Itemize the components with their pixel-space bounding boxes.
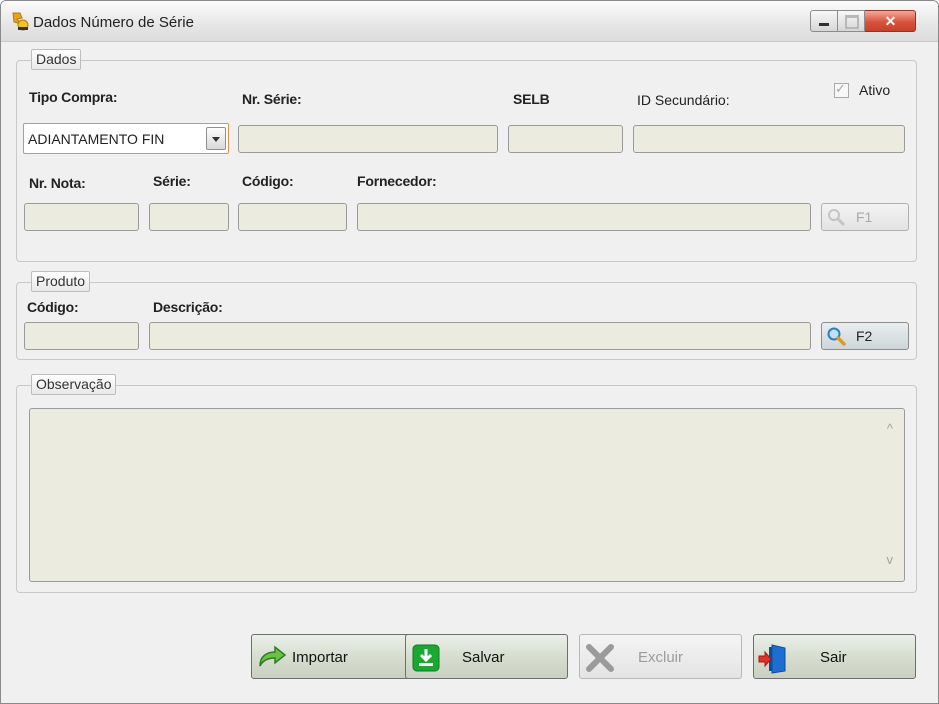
scroll-down-icon[interactable]: v xyxy=(887,552,894,567)
produto-legend: Produto xyxy=(31,271,91,292)
produto-codigo-label: Código: xyxy=(27,299,79,315)
nr-nota-label: Nr. Nota: xyxy=(29,175,86,191)
excluir-button[interactable]: Excluir xyxy=(579,634,742,679)
descricao-input[interactable] xyxy=(149,322,811,350)
magnifier-icon xyxy=(828,209,846,227)
f1-label: F1 xyxy=(856,209,873,225)
title-bar[interactable]: Dados Número de Série ✕ xyxy=(1,1,938,42)
window-title: Dados Número de Série xyxy=(33,14,194,31)
checkmark-icon: ✓ xyxy=(835,81,846,96)
id-secundario-input[interactable] xyxy=(633,125,905,153)
tipo-compra-select[interactable]: ADIANTAMENTO FIN xyxy=(23,123,229,154)
salvar-label: Salvar xyxy=(462,649,505,666)
tipo-compra-value: ADIANTAMENTO FIN xyxy=(28,131,165,147)
nr-serie-label: Nr. Série: xyxy=(242,91,302,107)
observacao-group: Observação ^ v xyxy=(16,374,917,593)
serie-label: Série: xyxy=(153,173,191,189)
excluir-label: Excluir xyxy=(638,649,684,666)
observacao-textarea[interactable]: ^ v xyxy=(29,408,905,582)
selb-label: SELB xyxy=(513,91,550,107)
minimize-button[interactable] xyxy=(810,10,838,32)
tipo-compra-label: Tipo Compra: xyxy=(29,89,118,105)
close-icon: ✕ xyxy=(884,13,897,29)
ativo-label: Ativo xyxy=(859,82,891,98)
minimize-icon xyxy=(819,23,829,26)
fornecedor-input[interactable] xyxy=(357,203,811,231)
dialog-window: Dados Número de Série ✕ Dados Tipo Compr… xyxy=(0,0,939,704)
dados-group: Dados xyxy=(16,49,917,262)
dialog-body: Dados Tipo Compra: Nr. Série: SELB ID Se… xyxy=(1,42,938,703)
nr-nota-input[interactable] xyxy=(24,203,139,231)
id-secundario-label: ID Secundário: xyxy=(637,92,730,108)
fornecedor-label: Fornecedor: xyxy=(357,173,437,189)
importar-label: Importar xyxy=(292,649,348,666)
import-arrow-icon xyxy=(259,645,287,667)
nr-serie-input[interactable] xyxy=(238,125,498,153)
save-download-icon xyxy=(412,644,440,672)
sair-button[interactable]: Sair xyxy=(753,634,916,679)
codigo-input[interactable] xyxy=(238,203,347,231)
selb-input[interactable] xyxy=(508,125,623,153)
f1-search-button[interactable]: F1 xyxy=(821,203,909,231)
maximize-button[interactable] xyxy=(838,10,865,32)
scroll-up-icon[interactable]: ^ xyxy=(887,421,893,436)
f2-search-button[interactable]: F2 xyxy=(821,322,909,350)
exit-door-icon xyxy=(758,644,786,674)
codigo-label: Código: xyxy=(242,173,294,189)
importar-button[interactable]: Importar xyxy=(251,634,414,679)
magnifier-icon xyxy=(827,327,846,346)
maximize-icon xyxy=(845,15,859,29)
descricao-label: Descrição: xyxy=(153,299,223,315)
app-logo-icon xyxy=(12,12,29,31)
produto-codigo-input[interactable] xyxy=(24,322,139,350)
dados-legend: Dados xyxy=(31,49,82,70)
sair-label: Sair xyxy=(820,649,847,666)
serie-input[interactable] xyxy=(149,203,229,231)
chevron-down-icon xyxy=(212,137,220,142)
tipo-compra-dropdown-button[interactable] xyxy=(206,127,226,150)
delete-x-icon xyxy=(586,644,614,672)
salvar-button[interactable]: Salvar xyxy=(405,634,568,679)
f2-label: F2 xyxy=(856,328,873,344)
close-button[interactable]: ✕ xyxy=(865,10,916,32)
ativo-checkbox[interactable]: ✓ xyxy=(834,81,849,98)
observacao-legend: Observação xyxy=(31,374,117,395)
